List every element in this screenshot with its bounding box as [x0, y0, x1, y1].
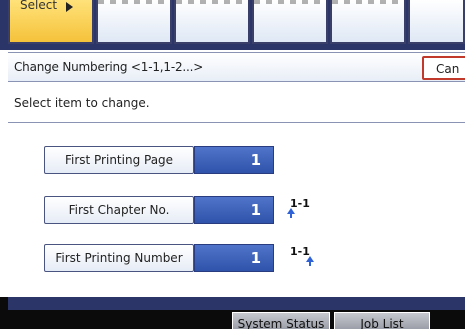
dialog-header: Change Numbering <1-1,1-2...> Can	[8, 52, 465, 82]
first-printing-number-value[interactable]: 1	[194, 244, 274, 272]
tab-select-label: Select	[20, 0, 58, 12]
panel-divider	[8, 122, 465, 123]
tab-select[interactable]: Select	[8, 0, 94, 44]
system-status-button[interactable]: System Status	[232, 312, 330, 329]
first-chapter-no-value[interactable]: 1	[194, 196, 274, 224]
bottom-frame	[8, 297, 465, 310]
tab-4[interactable]	[252, 0, 328, 44]
cancel-button[interactable]: Can	[422, 56, 465, 80]
first-printing-number-button[interactable]: First Printing Number	[44, 244, 194, 272]
first-chapter-no-button[interactable]: First Chapter No.	[44, 196, 194, 224]
instruction-text: Select item to change.	[14, 96, 150, 110]
first-printing-page-button[interactable]: First Printing Page	[44, 146, 194, 174]
tab-2[interactable]	[96, 0, 172, 44]
tab-5[interactable]	[330, 0, 406, 44]
dialog-title: Change Numbering <1-1,1-2...>	[14, 60, 204, 74]
tab-6[interactable]	[408, 0, 465, 44]
tab-3[interactable]	[174, 0, 250, 44]
play-icon	[66, 2, 73, 12]
first-printing-page-value[interactable]: 1	[194, 146, 274, 174]
job-list-button[interactable]: Job List	[334, 312, 430, 329]
